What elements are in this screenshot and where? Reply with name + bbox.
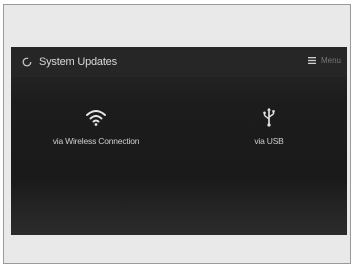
usb-icon <box>263 107 275 127</box>
manual-frame: System Updates Menu via Wireless Connect… <box>3 4 351 264</box>
page-title: System Updates <box>39 56 117 68</box>
menu-button[interactable]: Menu <box>307 56 341 65</box>
system-updates-screen: System Updates Menu via Wireless Connect… <box>11 47 347 235</box>
wifi-icon <box>86 110 106 126</box>
wireless-option-label: via Wireless Connection <box>52 136 140 146</box>
usb-option-label: via USB <box>254 136 284 146</box>
menu-label: Menu <box>320 56 341 65</box>
update-via-usb-button[interactable]: via USB <box>194 107 344 157</box>
hamburger-menu-icon <box>307 57 316 64</box>
refresh-circle-icon <box>22 57 32 67</box>
screen-header: System Updates Menu <box>11 47 347 77</box>
update-via-wireless-button[interactable]: via Wireless Connection <box>21 107 171 157</box>
